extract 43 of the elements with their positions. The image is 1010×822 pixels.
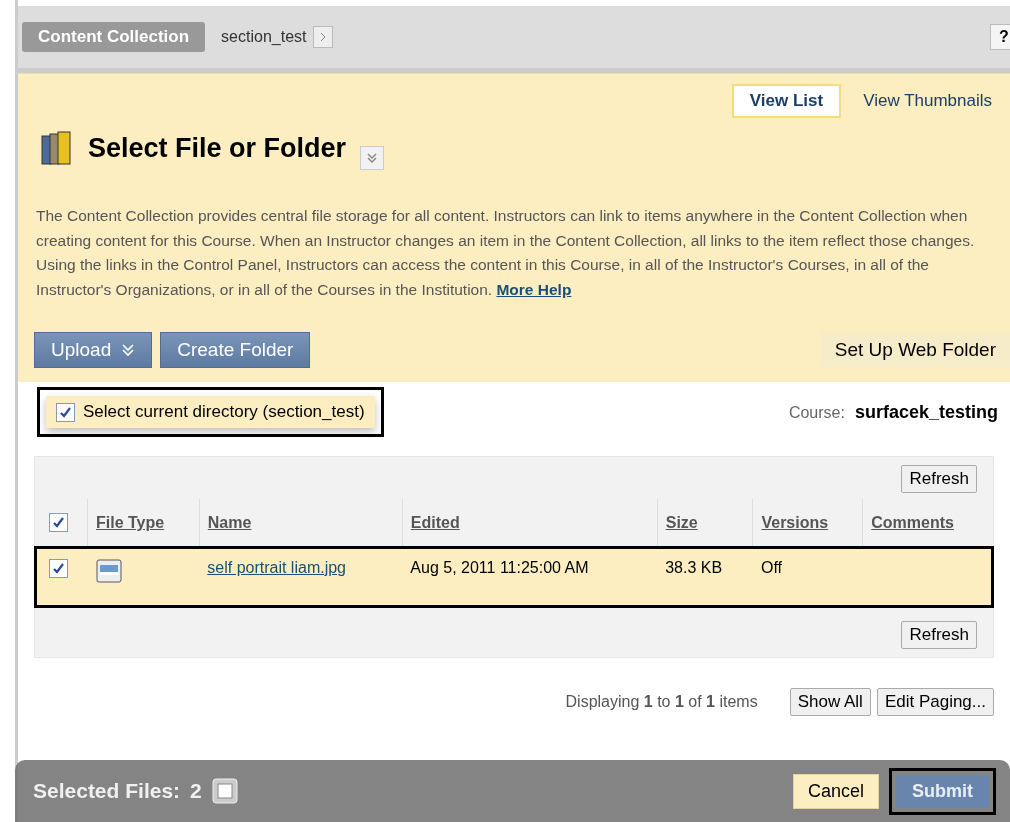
checkbox[interactable] (49, 513, 68, 532)
check-icon (59, 405, 72, 419)
expand-icon[interactable] (360, 146, 385, 170)
selected-files-label: Selected Files: (33, 779, 181, 803)
selected-count: 2 (190, 779, 202, 803)
toolbar-button[interactable]: Upload (34, 332, 153, 368)
breadcrumb-current[interactable]: section_test (221, 28, 307, 46)
check-icon (52, 516, 65, 529)
course-name: surfacek_testing (854, 401, 998, 423)
page-title: Select File or Folder (88, 132, 347, 164)
more-help-link[interactable]: More Help (496, 280, 572, 298)
table-cell: Aug 5, 2011 11:25:00 AM (402, 547, 658, 607)
column-header[interactable]: Size (665, 514, 698, 531)
checkbox-label: Select current directory (section_test) (83, 402, 365, 422)
checkbox[interactable] (49, 559, 68, 578)
column-header[interactable]: Name (207, 514, 252, 531)
list-icon[interactable] (211, 778, 238, 804)
checkbox[interactable] (56, 402, 75, 422)
double-chevron-icon (121, 343, 136, 357)
paging-button[interactable]: Edit Paging... (876, 688, 994, 716)
paging-text: Displaying 1 to 1 of 1 items (565, 693, 758, 711)
column-header[interactable]: Versions (761, 514, 829, 531)
refresh-button[interactable]: Refresh (901, 621, 977, 649)
column-header[interactable]: Edited (410, 514, 460, 531)
cancel-button[interactable]: Cancel (792, 773, 879, 809)
description-text: The Content Collection provides central file storage for all content. Instructors can link to items anywhere in the Content Collection when creating content for this Course. When an Instructor changes an item in the Content Collection, all links to the item reflect those changes. Using the links in the Control Panel, Instructors can access the content in this Course, in all of the Instructor's Courses, in all of the Instructor's Organizations, or in all of the Courses in the Institution. More Help (36, 206, 976, 300)
file-name-link[interactable]: self portrait liam.jpg (207, 559, 346, 576)
table-cell: 38.3 KB (657, 547, 753, 607)
table-cell: Off (752, 547, 863, 607)
check-icon (52, 562, 65, 575)
toolbar-button[interactable]: Create Folder (160, 332, 311, 368)
view-tab[interactable]: View Thumbnails (845, 84, 1010, 118)
web-folder-button[interactable]: Set Up Web Folder (820, 333, 1010, 367)
view-tab[interactable]: View List (731, 84, 842, 118)
refresh-button[interactable]: Refresh (901, 465, 977, 493)
column-header[interactable]: Comments (871, 514, 954, 531)
books-icon (40, 130, 74, 166)
image-file-icon (95, 559, 122, 583)
course-label: Course: (788, 403, 845, 422)
paging-button[interactable]: Show All (789, 688, 871, 716)
help-button[interactable]: ? (990, 24, 1010, 50)
column-header[interactable]: File Type (96, 514, 165, 531)
select-directory-checkbox[interactable]: Select current directory (section_test) (46, 396, 375, 428)
